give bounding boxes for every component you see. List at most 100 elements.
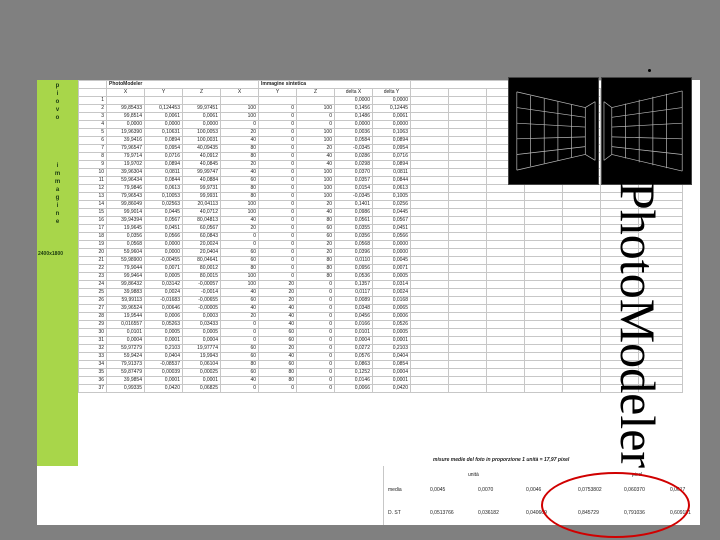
table-cell <box>562 288 601 297</box>
model-thumbnail-2[interactable] <box>601 77 692 185</box>
table-row: 15 99,9014 0,0445 40,0712 100 0 40 0,0986 0,0445 <box>78 208 683 217</box>
table-cell: 40,09435 <box>182 144 221 153</box>
table-cell: 19,97774 <box>182 344 221 353</box>
table-cell: 40 <box>296 208 335 217</box>
table-cell: 0,00646 <box>144 304 183 313</box>
table-cell: 0,0024 <box>372 288 411 297</box>
table-cell: 0 <box>220 336 259 345</box>
table-cell: 20 <box>220 128 259 137</box>
table-cell <box>410 184 449 193</box>
table-cell <box>448 312 487 321</box>
table-cell <box>410 104 449 113</box>
table-cell <box>410 256 449 265</box>
table-cell: 0,2103 <box>372 344 411 353</box>
table-cell <box>448 368 487 377</box>
table-cell: 0,10631 <box>144 128 183 137</box>
table-cell: 0,0004 <box>106 336 145 345</box>
table-cell: 0 <box>258 168 297 177</box>
table-cell: 28 <box>78 312 107 321</box>
table-cell: 15 <box>78 208 107 217</box>
table-cell: 0,0154 <box>334 184 373 193</box>
table-cell: 0,0451 <box>372 224 411 233</box>
table-cell <box>410 272 449 281</box>
table-cell: 99,9931 <box>182 192 221 201</box>
table-cell: 0 <box>258 136 297 145</box>
table-cell: 0,0716 <box>372 152 411 161</box>
table-cell: 99,8514 <box>106 112 145 121</box>
table-cell <box>524 312 563 321</box>
sidebar-letter: o <box>55 115 60 121</box>
table-cell: 59,99113 <box>106 296 145 305</box>
table-cell <box>448 240 487 249</box>
table-cell: 0,0986 <box>334 208 373 217</box>
table-cell: 0,0314 <box>372 280 411 289</box>
table-cell: 6 <box>78 136 107 145</box>
table-cell: 0,1005 <box>372 192 411 201</box>
table-cell: 0,0894 <box>372 160 411 169</box>
sidebar-letter: n <box>55 211 60 217</box>
table-cell: 99,9731 <box>182 184 221 193</box>
table-cell: 79,91373 <box>106 360 145 369</box>
table-cell <box>562 280 601 289</box>
table-cell: 19,96390 <box>106 128 145 137</box>
table-cell: 0,0004 <box>182 336 221 345</box>
table-cell <box>486 272 525 281</box>
table-cell: 0,10053 <box>144 192 183 201</box>
bullet-dot <box>648 69 651 72</box>
table-cell: 100 <box>220 280 259 289</box>
table-cell: 0,0286 <box>334 152 373 161</box>
table-cell: 60 <box>220 248 259 257</box>
dst-value: 0,036182 <box>478 510 499 516</box>
table-cell: 0,0954 <box>372 144 411 153</box>
table-cell <box>410 368 449 377</box>
table-cell: 0 <box>258 152 297 161</box>
table-cell: 0,0420 <box>144 384 183 393</box>
table-cell: 0,0146 <box>334 376 373 385</box>
table-cell: 79,9044 <box>106 264 145 273</box>
table-cell: 20 <box>296 248 335 257</box>
table-cell: 60 <box>296 232 335 241</box>
table-cell: 0 <box>258 216 297 225</box>
table-cell: 19,9943 <box>182 352 221 361</box>
table-cell: 0,0003 <box>182 312 221 321</box>
table-cell: 80 <box>220 184 259 193</box>
table-cell <box>448 144 487 153</box>
table-cell: 0,0568 <box>334 240 373 249</box>
table-cell: 0 <box>296 296 335 305</box>
table-cell: 0,0844 <box>144 176 183 185</box>
table-cell <box>410 200 449 209</box>
table-cell <box>448 248 487 257</box>
table-cell: 79,9846 <box>106 184 145 193</box>
table-cell: 20 <box>296 144 335 153</box>
table-cell: 0,0894 <box>144 136 183 145</box>
table-cell: 36 <box>78 376 107 385</box>
table-cell: 100 <box>296 192 335 201</box>
table-cell: 39,9854 <box>106 376 145 385</box>
table-cell: 0,0526 <box>372 320 411 329</box>
table-cell: 40 <box>220 136 259 145</box>
table-cell: 0,0110 <box>334 256 373 265</box>
table-cell: 60 <box>220 352 259 361</box>
media-value: 0,0045 <box>430 487 446 493</box>
table-cell: 0 <box>296 112 335 121</box>
table-cell: 80 <box>296 272 335 281</box>
table-cell: 0 <box>220 320 259 329</box>
table-cell <box>448 128 487 137</box>
table-cell <box>410 336 449 345</box>
table-cell <box>486 328 525 337</box>
table-cell: 40 <box>296 152 335 161</box>
table-cell: 20,0404 <box>182 248 221 257</box>
table-cell: 0,0894 <box>372 136 411 145</box>
table-row: 14 99,86049 0,02563 20,04113 100 0 20 0,1401 0,0… <box>78 200 683 209</box>
table-cell: 0 <box>258 248 297 257</box>
table-cell <box>410 264 449 273</box>
table-cell: 0 <box>258 208 297 217</box>
table-cell: 0,1357 <box>334 280 373 289</box>
model-thumbnail-1[interactable] <box>508 77 599 185</box>
table-cell: 39,96304 <box>106 168 145 177</box>
table-cell <box>410 304 449 313</box>
table-cell: 0,0863 <box>334 360 373 369</box>
table-cell: 79,96547 <box>106 144 145 153</box>
sidebar-letter: p <box>55 83 60 89</box>
sidebar-letter: i <box>56 203 59 209</box>
